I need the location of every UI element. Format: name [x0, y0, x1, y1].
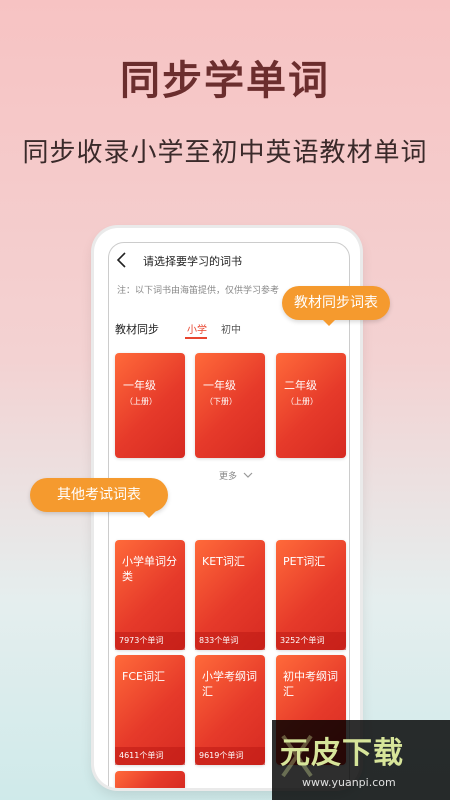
wordbook-card[interactable]: 小学考纲词汇 9619个单词	[195, 655, 265, 765]
tab-primary[interactable]: 小学	[187, 321, 207, 336]
wordbook-name: 初中考纲词汇	[283, 670, 338, 698]
card-title: 一年级	[123, 379, 156, 392]
watermark-logo-text: 元皮下载	[280, 736, 404, 771]
wordbook-card[interactable]: 小学单词分类 7973个单词	[115, 540, 185, 650]
wordbook-name: 小学单词分类	[122, 555, 177, 583]
callout-other: 其他考试词表	[30, 478, 168, 518]
callout-other-label: 其他考试词表	[57, 487, 141, 503]
promo-headline: 同步学单词	[120, 58, 330, 104]
wordbook-count: 833个单词	[195, 632, 265, 650]
textbook-card[interactable]: 二年级 （上册）	[276, 353, 346, 458]
watermark-url: www.yuanpi.com	[302, 776, 396, 789]
wordbook-name: PET词汇	[283, 555, 326, 568]
promo-subheadline: 同步收录小学至初中英语教材单词	[22, 138, 428, 168]
card-subtitle: （上册）	[125, 397, 157, 406]
wordbook-name: KET词汇	[202, 555, 245, 568]
callout-tail	[142, 511, 156, 518]
card-title: 一年级	[203, 379, 236, 392]
card-subtitle: （下册）	[205, 397, 237, 406]
callout-textbook-label: 教材同步词表	[294, 295, 378, 311]
textbook-card[interactable]: 一年级 （下册）	[195, 353, 265, 458]
active-tab-indicator	[185, 337, 207, 339]
callout-textbook: 教材同步词表	[282, 286, 390, 326]
wordbook-count: 4611个单词	[115, 747, 185, 765]
wordbook-card[interactable]: KET词汇 833个单词	[195, 540, 265, 650]
wordbook-count: 7973个单词	[115, 632, 185, 650]
wordbook-card-partial[interactable]	[115, 771, 185, 788]
more-label: 更多	[219, 472, 238, 482]
card-title: 二年级	[284, 379, 317, 392]
tabs-section-label: 教材同步	[115, 323, 159, 336]
wordbook-name: 小学考纲词汇	[202, 670, 257, 698]
site-watermark: 元皮下载 www.yuanpi.com	[272, 720, 450, 800]
page-title: 请选择要学习的词书	[143, 255, 242, 268]
wordbook-name: FCE词汇	[122, 670, 165, 683]
textbook-tabs: 教材同步 小学 初中	[109, 319, 349, 343]
back-arrow-icon[interactable]	[115, 251, 129, 269]
wordbook-count: 3252个单词	[276, 632, 346, 650]
textbook-card[interactable]: 一年级 （上册）	[115, 353, 185, 458]
chevron-down-icon	[243, 472, 253, 478]
wordbook-card[interactable]: FCE词汇 4611个单词	[115, 655, 185, 765]
wordbook-count: 9619个单词	[195, 747, 265, 765]
tab-junior[interactable]: 初中	[221, 321, 241, 336]
more-button[interactable]: 更多	[219, 469, 253, 482]
callout-tail	[322, 319, 336, 326]
card-subtitle: （上册）	[286, 397, 318, 406]
wordbook-card[interactable]: PET词汇 3252个单词	[276, 540, 346, 650]
top-bar: 请选择要学习的词书	[109, 243, 349, 277]
